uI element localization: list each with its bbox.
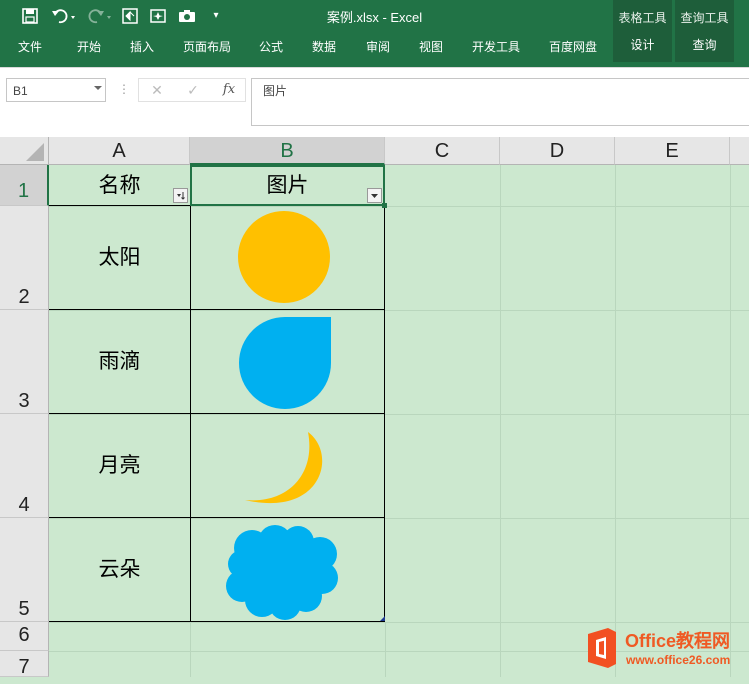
sun-shape-icon[interactable] [190, 206, 385, 309]
chevron-down-icon[interactable] [94, 86, 102, 90]
tab-design[interactable]: 设计 [613, 34, 672, 58]
row-number: 3 [18, 390, 30, 412]
context-group-query-tools[interactable]: 查询工具 查询 [675, 0, 734, 62]
gridline [190, 622, 191, 677]
row-header-6[interactable]: 6 [0, 622, 49, 651]
column-header-d[interactable]: D [500, 137, 615, 165]
resize-handle-icon[interactable]: ⋮ [118, 82, 130, 96]
row-number: 6 [18, 624, 30, 646]
select-all-corner[interactable] [0, 137, 49, 165]
gridline [500, 165, 501, 677]
row-header-2[interactable]: 2 [0, 206, 49, 310]
cancel-icon[interactable]: ✕ [139, 79, 175, 101]
tab-insert[interactable]: 插入 [130, 36, 154, 64]
insert-function-icon[interactable]: fx [211, 79, 247, 101]
column-header-e[interactable]: E [615, 137, 730, 165]
tab-view[interactable]: 视图 [419, 36, 443, 64]
row-number: 4 [18, 494, 30, 516]
row-header-4[interactable]: 4 [0, 414, 49, 518]
row-number: 7 [18, 656, 30, 678]
gridline [730, 165, 731, 677]
row-number: 1 [17, 180, 30, 202]
name-box[interactable]: B1 [6, 78, 106, 102]
cloud-shape-icon[interactable] [190, 518, 385, 621]
row-number: 2 [18, 286, 30, 308]
tab-file[interactable]: 文件 [18, 36, 42, 64]
row-number: 5 [18, 598, 30, 620]
column-header-b[interactable]: B [190, 137, 385, 165]
header-cell-picture[interactable]: 图片 [190, 165, 385, 205]
tab-formulas[interactable]: 公式 [259, 36, 283, 64]
row-header-5[interactable]: 5 [0, 518, 49, 622]
tab-query[interactable]: 查询 [675, 34, 734, 58]
row-header-7[interactable]: 7 [0, 651, 49, 678]
cell-name-raindrop[interactable]: 雨滴 [49, 310, 190, 413]
table-border [49, 621, 385, 622]
formula-buttons: ✕ ✓ fx [138, 78, 246, 102]
tab-review[interactable]: 审阅 [366, 36, 390, 64]
tab-page-layout[interactable]: 页面布局 [183, 36, 231, 64]
raindrop-shape-icon[interactable] [190, 310, 385, 413]
filter-dropdown-icon[interactable] [367, 188, 382, 203]
formula-input[interactable]: 图片 [251, 78, 749, 126]
watermark-brand: Office教程网 [625, 631, 731, 651]
column-header-c[interactable]: C [385, 137, 500, 165]
context-group-label: 查询工具 [680, 11, 729, 25]
row-header-1[interactable]: 1 [0, 165, 49, 206]
office-logo-icon [582, 626, 622, 670]
enter-icon[interactable]: ✓ [175, 79, 211, 101]
column-header-f[interactable] [730, 137, 749, 165]
row-header-3[interactable]: 3 [0, 310, 49, 414]
watermark-url: www.office26.com [626, 653, 731, 667]
tab-developer[interactable]: 开发工具 [472, 36, 520, 64]
tab-baidu-netdisk[interactable]: 百度网盘 [549, 36, 597, 64]
gridline [615, 165, 616, 677]
cell-name-cloud[interactable]: 云朵 [49, 518, 190, 621]
tab-data[interactable]: 数据 [312, 36, 336, 64]
sort-filter-icon[interactable] [173, 188, 188, 203]
column-header-a[interactable]: A [49, 137, 190, 165]
gridline [385, 622, 386, 677]
context-group-table-tools[interactable]: 表格工具 设计 [613, 0, 672, 62]
crescent-moon-shape-icon[interactable] [190, 414, 385, 517]
tab-home[interactable]: 开始 [77, 36, 101, 64]
context-group-label: 表格工具 [618, 11, 667, 25]
cell-name-moon[interactable]: 月亮 [49, 414, 190, 517]
cell-name-sun[interactable]: 太阳 [49, 206, 190, 309]
header-cell-name[interactable]: 名称 [49, 165, 190, 205]
gridline [49, 622, 749, 623]
